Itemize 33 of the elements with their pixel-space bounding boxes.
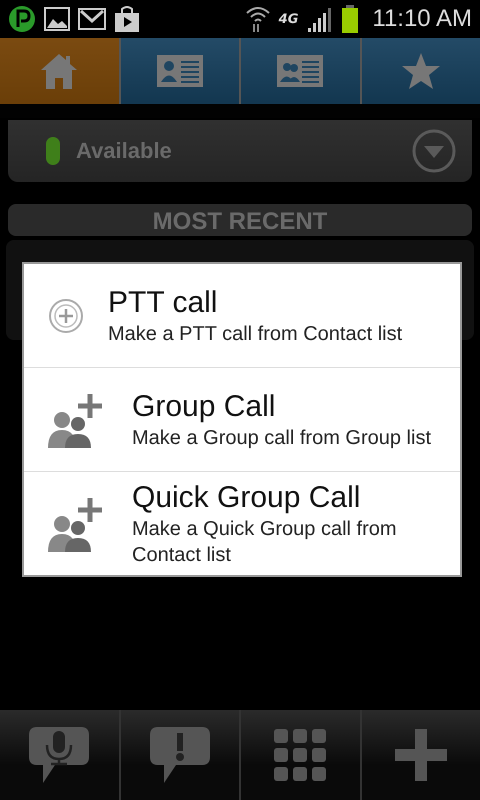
item-title: Group Call: [132, 388, 276, 424]
dialpad-icon[interactable]: [274, 729, 326, 781]
shopping-bag-icon: [114, 5, 140, 33]
plus-icon[interactable]: [392, 727, 449, 783]
gallery-icon: [44, 7, 70, 31]
contact-card-icon: [156, 55, 203, 87]
item-title: PTT call: [108, 284, 218, 320]
battery-icon: [342, 5, 358, 33]
menu-item[interactable]: PTT call Make a PTT call from Contact list: [24, 264, 460, 367]
item-description: Make a Quick Group call from Contact list: [132, 516, 398, 568]
network-type: 4G: [278, 12, 298, 26]
presence-label: Available: [76, 138, 173, 164]
item-description: Make a Group call from Group list: [132, 426, 431, 450]
wifi-icon: [244, 5, 271, 33]
add-circle-icon: [48, 298, 84, 334]
item-description: Make a PTT call from Contact list: [108, 322, 402, 346]
menu-item[interactable]: Group Call Make a Group call from Group list: [24, 367, 460, 471]
home-icon: [39, 52, 80, 90]
tab[interactable]: [360, 38, 480, 104]
alert-bubble-icon[interactable]: [148, 725, 212, 785]
item-title: Quick Group Call: [132, 480, 362, 516]
clock: 11:10 AM: [372, 5, 472, 33]
tab[interactable]: [118, 38, 239, 104]
mail-icon: [78, 8, 106, 30]
tab[interactable]: [0, 38, 118, 104]
star-icon: [400, 52, 441, 90]
section-title: MOST RECENT: [152, 208, 328, 236]
group-card-icon: [277, 55, 324, 87]
microphone-bubble-icon[interactable]: [27, 725, 92, 785]
dropdown-icon: [412, 129, 456, 173]
tab[interactable]: [239, 38, 360, 104]
menu-item[interactable]: Quick Group Call Make a Quick Group call from Contact list: [24, 471, 460, 575]
app-logo-icon: [8, 5, 36, 33]
